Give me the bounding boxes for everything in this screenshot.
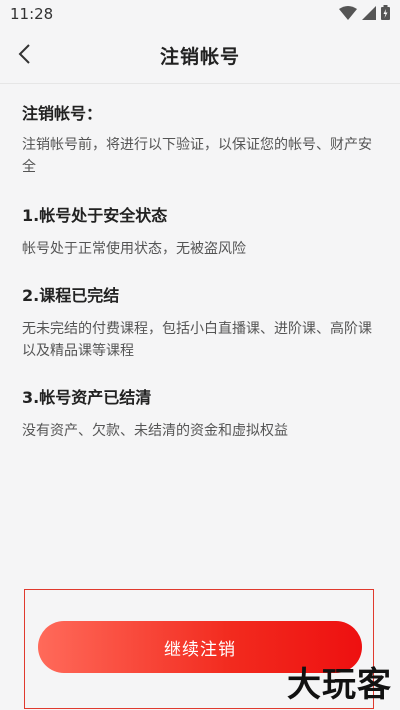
section-description: 没有资产、欠款、未结清的资金和虚拟权益 (22, 423, 288, 439)
status-bar: 11:28 (0, 0, 400, 28)
intro-description: 注销帐号前，将进行以下验证，以保证您的帐号、财产安全 (22, 137, 372, 175)
requirement-section: 1.帐号处于安全状态 帐号处于正常使用状态，无被盗风险 (22, 202, 378, 260)
requirement-section: 3.帐号资产已结清 没有资产、欠款、未结清的资金和虚拟权益 (22, 384, 378, 442)
section-title: 1.帐号处于安全状态 (22, 206, 168, 225)
content: 注销帐号： 注销帐号前，将进行以下验证，以保证您的帐号、财产安全 1.帐号处于安… (22, 100, 378, 464)
back-button[interactable] (10, 42, 38, 70)
battery-icon (381, 4, 390, 24)
chevron-left-icon (17, 43, 31, 69)
wifi-icon (339, 5, 357, 24)
page-title: 注销帐号 (159, 46, 240, 68)
section-description: 帐号处于正常使用状态，无被盗风险 (22, 241, 246, 257)
watermark: 大玩客 (287, 665, 392, 705)
intro-title: 注销帐号： (22, 104, 103, 123)
status-icons (339, 4, 390, 24)
requirement-section: 2.课程已完结 无未完结的付费课程，包括小白直播课、进阶课、高阶课以及精品课等课… (22, 282, 378, 362)
nav-bar: 注销帐号 (0, 28, 400, 84)
section-title: 2.课程已完结 (22, 286, 120, 305)
section-title: 3.帐号资产已结清 (22, 388, 152, 407)
section-description: 无未完结的付费课程，包括小白直播课、进阶课、高阶课以及精品课等课程 (22, 321, 372, 359)
signal-icon (362, 5, 376, 24)
status-time: 11:28 (10, 5, 54, 23)
